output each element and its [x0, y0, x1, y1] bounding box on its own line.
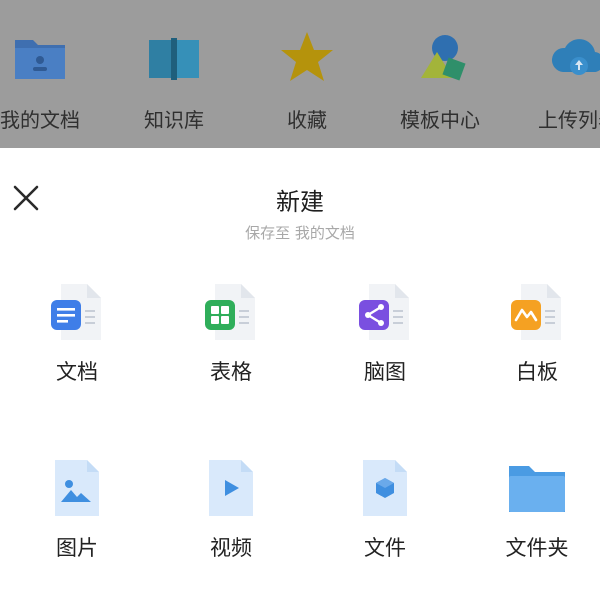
shapes-icon — [411, 28, 469, 86]
nav-item-label: 知识库 — [144, 108, 204, 132]
sheet-file-icon — [199, 280, 263, 344]
nav-item-uploads: 上传列表 — [518, 28, 600, 138]
create-mindmap-option[interactable]: 脑图 — [320, 280, 450, 400]
create-folder-option[interactable]: 文件夹 — [472, 456, 600, 576]
option-label: 视频 — [210, 536, 252, 560]
option-label: 白板 — [516, 360, 558, 384]
create-whiteboard-option[interactable]: 白板 — [472, 280, 600, 400]
whiteboard-file-icon — [505, 280, 569, 344]
folder-user-icon — [11, 28, 69, 86]
new-item-sheet: 新建 保存至 我的文档 文档 表格 脑图 白板 图片 视频 文件 文件夹 — [0, 148, 600, 589]
image-icon — [45, 456, 109, 520]
nav-item-favorites: 收藏 — [247, 28, 367, 138]
star-icon — [278, 28, 336, 86]
doc-file-icon — [45, 280, 109, 344]
nav-item-label: 我的文档 — [0, 108, 80, 132]
nav-item-label: 收藏 — [287, 108, 327, 132]
cloud-upload-icon — [549, 28, 600, 86]
file-icon — [353, 456, 417, 520]
option-label: 文件 — [364, 536, 406, 560]
video-icon — [199, 456, 263, 520]
upload-video-option[interactable]: 视频 — [166, 456, 296, 576]
mindmap-file-icon — [353, 280, 417, 344]
nav-item-label: 模板中心 — [400, 108, 480, 132]
folder-icon — [505, 456, 569, 520]
book-icon — [145, 28, 203, 86]
option-label: 文档 — [56, 360, 98, 384]
upload-file-option[interactable]: 文件 — [320, 456, 450, 576]
sheet-title: 新建 — [276, 188, 324, 216]
option-label: 脑图 — [364, 360, 406, 384]
nav-item-my-docs: 我的文档 — [0, 28, 100, 138]
nav-item-knowledge: 知识库 — [114, 28, 234, 138]
option-label: 图片 — [56, 536, 98, 560]
save-location-text: 保存至 我的文档 — [245, 224, 355, 242]
upload-image-option[interactable]: 图片 — [12, 456, 142, 576]
nav-item-templates: 模板中心 — [380, 28, 500, 138]
create-sheet-option[interactable]: 表格 — [166, 280, 296, 400]
option-label: 文件夹 — [505, 536, 569, 560]
nav-item-label: 上传列表 — [538, 108, 600, 132]
option-label: 表格 — [210, 360, 252, 384]
create-doc-option[interactable]: 文档 — [12, 280, 142, 400]
background-overlay: 我的文档 知识库 收藏 模板中心 上传列 — [0, 0, 600, 148]
